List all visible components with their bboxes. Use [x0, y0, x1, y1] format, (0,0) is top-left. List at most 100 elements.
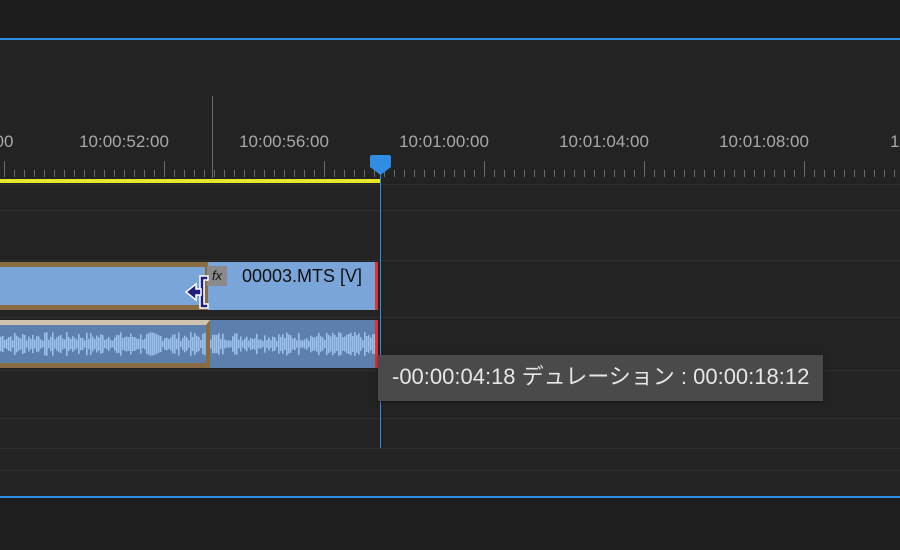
ruler-tick [834, 170, 835, 177]
ruler-tick [434, 170, 435, 177]
waveform-bar [334, 334, 336, 354]
ruler-tick [224, 170, 225, 177]
waveform-bar [354, 332, 356, 356]
ruler-tick [94, 170, 95, 177]
waveform-bar [222, 333, 224, 355]
waveform-bar [292, 338, 294, 350]
ruler-tick [344, 170, 345, 177]
waveform-bar [318, 332, 320, 356]
ruler-tick [234, 170, 235, 177]
waveform-bar [282, 334, 284, 354]
ruler-tick [884, 170, 885, 177]
waveform-bar [340, 333, 342, 355]
waveform-bar [358, 333, 360, 355]
ruler-tick [354, 170, 355, 177]
waveform-bar [304, 339, 306, 349]
waveform-bar [302, 340, 304, 348]
waveform-bar [266, 340, 268, 348]
playhead-line[interactable] [380, 170, 381, 448]
track-divider [0, 317, 900, 318]
ruler-tick [644, 161, 645, 177]
ruler-tick [594, 170, 595, 177]
waveform-bar [270, 340, 272, 348]
video-clip-selected-segment[interactable] [0, 262, 208, 310]
ruler-label-0: 00 [0, 132, 14, 151]
track-divider [0, 470, 900, 471]
ruler-tick [184, 170, 185, 177]
waveform-bar [274, 337, 276, 351]
ruler-label-3: 10:01:00:00 [399, 132, 489, 151]
ruler-tick [674, 170, 675, 177]
ruler-tick [814, 170, 815, 177]
waveform-bar [280, 336, 282, 352]
waveform-bar [236, 333, 238, 355]
waveform-bar [362, 340, 364, 348]
waveform-bar [232, 336, 234, 352]
ruler-tick [64, 170, 65, 177]
waveform-bar [348, 333, 350, 355]
ruler-tick [654, 170, 655, 177]
ruler-tick [774, 170, 775, 177]
audio-clip-selected-segment[interactable] [0, 320, 210, 368]
waveform-bar [342, 337, 344, 351]
waveform-bar [272, 336, 274, 352]
waveform-bar [238, 339, 240, 349]
ruler-tick [694, 170, 695, 177]
work-area-bar[interactable] [0, 179, 380, 183]
ruler-tick [334, 170, 335, 177]
ruler-tick [414, 170, 415, 177]
waveform-bar [300, 340, 302, 348]
waveform-bar [262, 340, 264, 348]
ruler-tick [144, 170, 145, 177]
ruler-tick [284, 170, 285, 177]
ruler-tick [714, 170, 715, 177]
waveform-bar [370, 337, 372, 351]
ruler-tick [564, 170, 565, 177]
waveform-bar [286, 332, 288, 356]
waveform-bar [310, 335, 312, 353]
ruler-tick [314, 170, 315, 177]
ruler-tick [484, 161, 485, 177]
ruler-tick [794, 170, 795, 177]
ruler-tick [44, 170, 45, 177]
waveform-bar [246, 336, 248, 352]
waveform-bar [344, 336, 346, 352]
ruler-tick [14, 170, 15, 177]
waveform-bar [218, 333, 220, 355]
waveform-bar [296, 340, 298, 348]
waveform-bar [230, 340, 232, 348]
top-toolbar [0, 0, 900, 38]
waveform-bar [290, 335, 292, 353]
waveform-bar [312, 337, 314, 351]
waveform-bar [366, 336, 368, 352]
ruler-tick [124, 170, 125, 177]
ruler-tick [114, 170, 115, 177]
ruler-label-5: 10:01:08:00 [719, 132, 809, 151]
waveform-bar [258, 339, 260, 349]
playhead-icon[interactable] [370, 155, 391, 175]
trim-duration-tooltip: -00:00:04:18 デュレーション : 00:00:18:12 [378, 355, 824, 401]
ruler-tick [764, 170, 765, 177]
waveform-bar [260, 339, 262, 349]
video-clip-label: 00003.MTS [V] [242, 266, 363, 286]
waveform-bar [298, 333, 300, 355]
ruler-tick [864, 170, 865, 177]
waveform-bar [264, 335, 266, 353]
waveform-bar [248, 340, 250, 348]
waveform-bar [294, 337, 296, 351]
ruler-tick [474, 170, 475, 177]
ruler-tick [174, 170, 175, 177]
waveform-bar [332, 332, 334, 356]
waveform-bar [336, 336, 338, 352]
edit-point-marker[interactable] [375, 262, 378, 310]
ruler-tick [194, 170, 195, 177]
ruler-tick [504, 170, 505, 177]
waveform-bar [242, 340, 244, 348]
waveform-bar [214, 334, 216, 354]
waveform-bar [326, 332, 328, 356]
waveform-bar [254, 338, 256, 350]
waveform-bar [328, 335, 330, 353]
track-divider [0, 210, 900, 211]
waveform-bar [288, 334, 290, 354]
track-divider [0, 418, 900, 419]
